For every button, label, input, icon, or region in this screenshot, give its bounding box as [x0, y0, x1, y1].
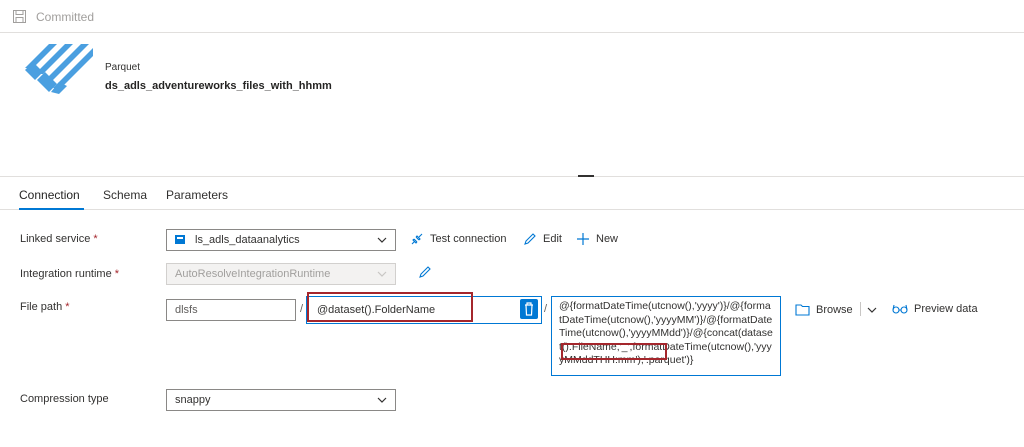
trash-icon — [525, 302, 533, 316]
clear-folder-button[interactable] — [520, 299, 538, 319]
dataset-type: Parquet — [105, 62, 141, 73]
file-path-label-text: File path — [20, 301, 63, 313]
file-name-expression-input[interactable]: @{formatDateTime(utcnow(),'yyyy')}/@{for… — [551, 296, 781, 376]
save-icon — [13, 10, 26, 23]
compression-type-value: snappy — [175, 394, 211, 406]
preview-data-label: Preview data — [914, 303, 978, 315]
integration-runtime-value: AutoResolveIntegrationRuntime — [175, 268, 331, 280]
test-connection-label: Test connection — [430, 233, 507, 245]
toolbar-divider — [860, 302, 861, 316]
chevron-down-icon — [377, 237, 387, 243]
tab-parameters[interactable]: Parameters — [166, 188, 228, 202]
splitter-grip[interactable] — [578, 175, 594, 177]
tab-schema[interactable]: Schema — [103, 188, 147, 202]
linked-service-icon — [175, 235, 185, 244]
container-input[interactable]: dlsfs — [166, 299, 296, 321]
active-tab-indicator — [19, 208, 84, 210]
browse-button[interactable]: Browse — [795, 303, 853, 316]
plug-icon — [411, 233, 423, 245]
chevron-down-icon — [377, 397, 387, 403]
linked-service-label-text: Linked service — [20, 233, 91, 245]
preview-data-button[interactable]: Preview data — [892, 303, 978, 315]
plus-icon — [577, 233, 589, 245]
required-marker: * — [65, 301, 70, 313]
integration-runtime-select: AutoResolveIntegrationRuntime — [166, 263, 396, 285]
compression-type-label: Compression type — [20, 393, 109, 405]
integration-runtime-label-text: Integration runtime — [20, 268, 112, 280]
edit-button[interactable]: Edit — [523, 232, 562, 246]
required-marker: * — [93, 233, 98, 245]
file-path-label: File path * — [20, 301, 70, 313]
browse-label: Browse — [816, 303, 853, 316]
chevron-down-icon[interactable] — [866, 304, 878, 316]
parquet-icon — [25, 44, 93, 94]
path-separator: / — [300, 303, 304, 315]
linked-service-label: Linked service * — [20, 233, 98, 245]
edit-label: Edit — [543, 233, 562, 245]
new-label: New — [596, 233, 619, 245]
container-value: dlsfs — [175, 304, 198, 316]
commit-status: Committed — [36, 10, 95, 24]
required-marker: * — [114, 268, 120, 280]
path-separator: / — [544, 303, 548, 315]
tab-connection[interactable]: Connection — [19, 188, 80, 202]
pane-splitter — [0, 176, 1024, 177]
glasses-icon — [892, 304, 908, 314]
tab-bar: Connection Schema Parameters — [0, 180, 1024, 210]
chevron-down-icon — [377, 271, 387, 277]
pencil-icon — [524, 233, 536, 245]
edit-runtime-icon[interactable] — [418, 265, 432, 279]
folder-path-value: @dataset().FolderName — [317, 304, 436, 316]
test-connection-button[interactable]: Test connection — [410, 232, 506, 246]
linked-service-value: ls_adls_dataanalytics — [195, 234, 300, 246]
linked-service-select[interactable]: ls_adls_dataanalytics — [166, 229, 396, 251]
top-bar: Committed — [0, 0, 1024, 33]
new-button[interactable]: New — [576, 232, 618, 246]
compression-type-select[interactable]: snappy — [166, 389, 396, 411]
integration-runtime-label: Integration runtime * — [20, 268, 119, 280]
folder-icon — [795, 304, 810, 316]
dataset-name: ds_adls_adventureworks_files_with_hhmm — [105, 80, 332, 92]
filename-highlight-box — [561, 343, 667, 360]
